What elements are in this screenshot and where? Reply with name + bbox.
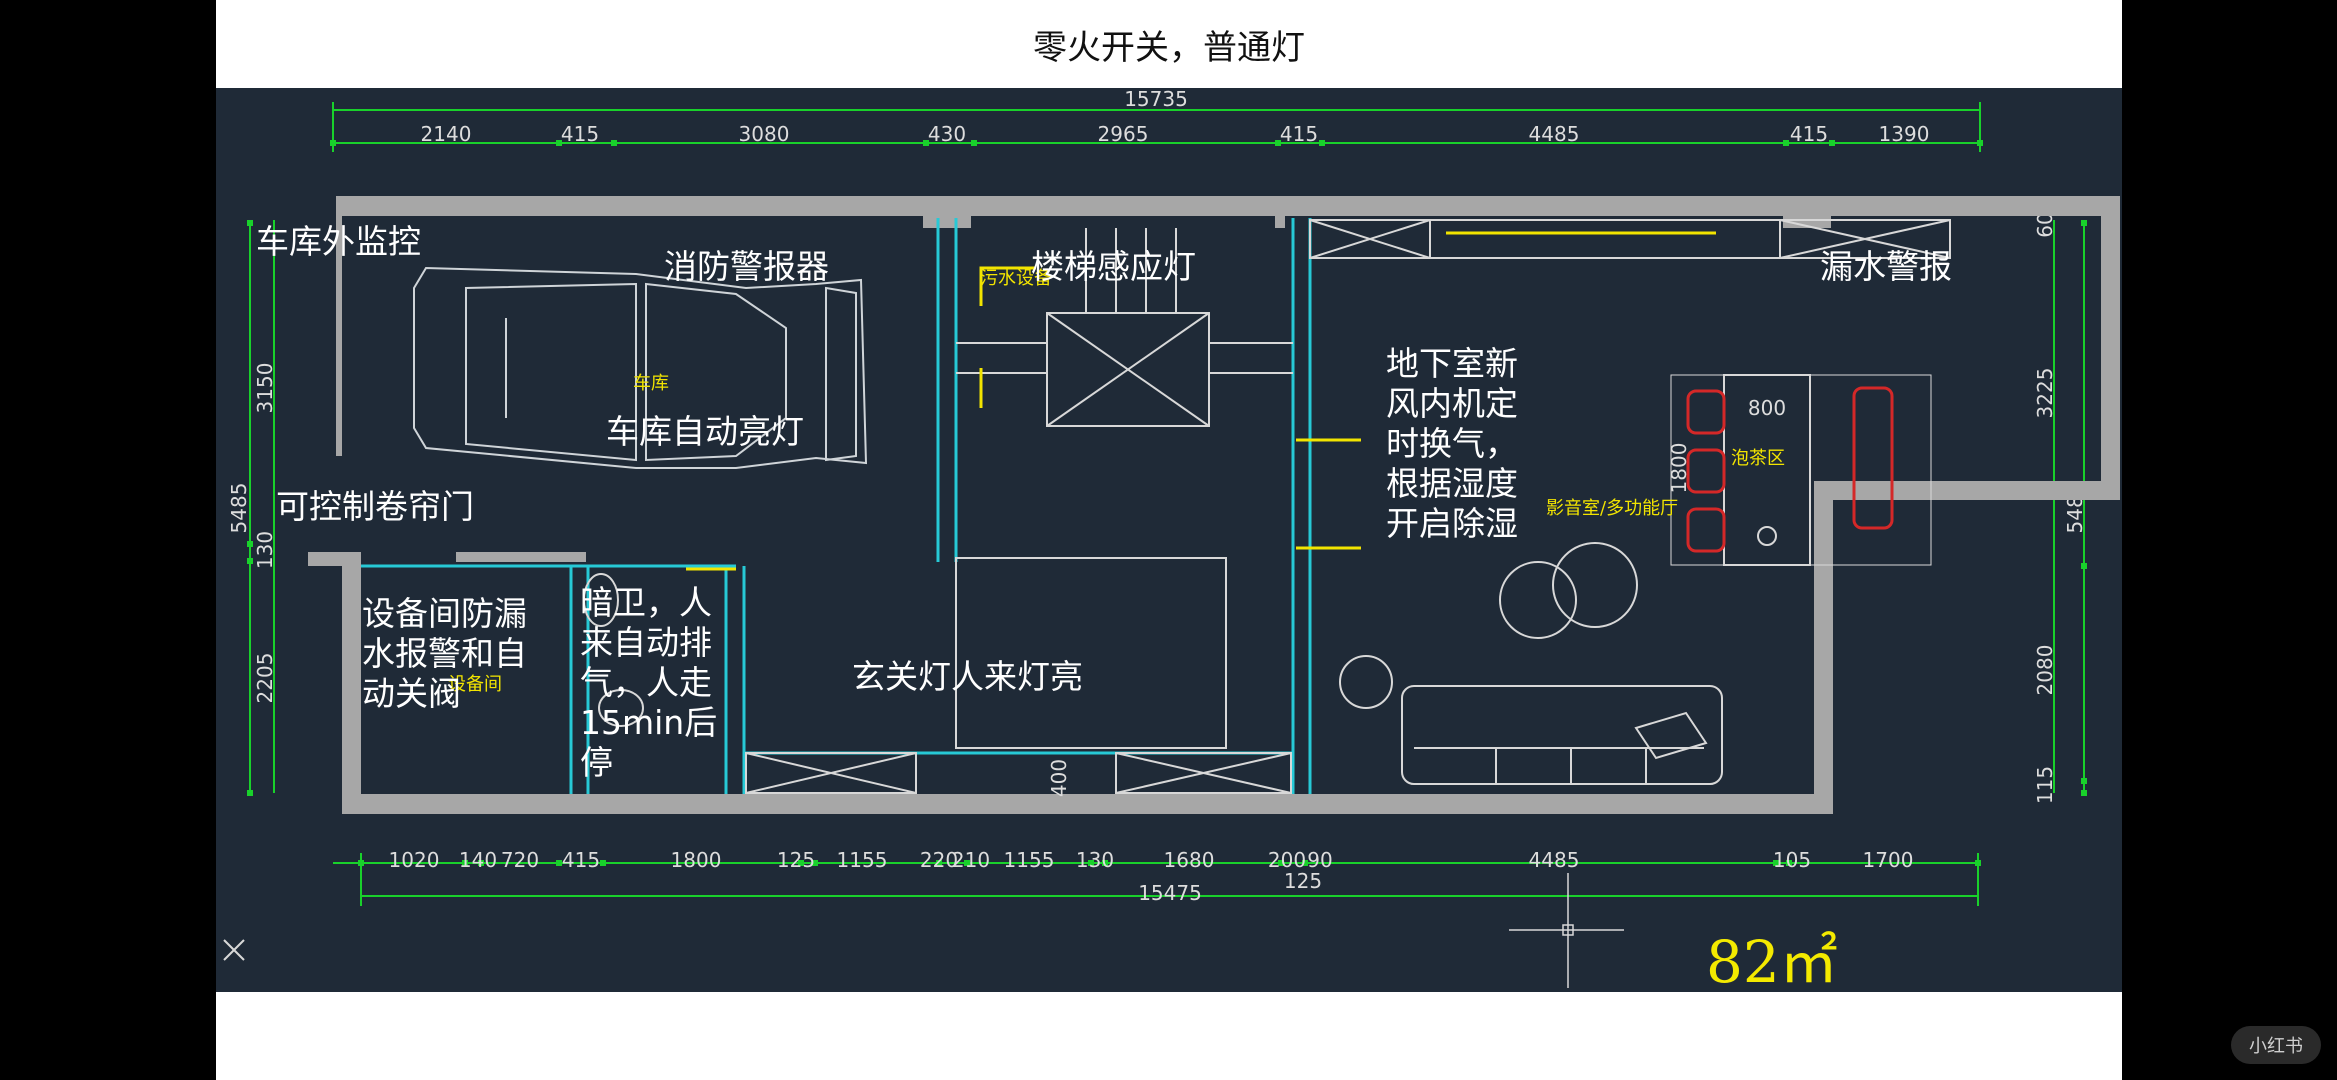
dim-inner-800: 800 (1748, 396, 1786, 420)
watermark-badge: 小红书 (2231, 1026, 2321, 1064)
area-label: 82㎡ (1706, 928, 1838, 992)
dim-label: 3080 (739, 122, 790, 146)
dim-label: 415 (562, 848, 600, 872)
dim-label: 430 (928, 122, 966, 146)
dim-label: 125 (777, 848, 815, 872)
dim-label: 1700 (1863, 848, 1914, 872)
dim-total-left: 5485 (227, 483, 251, 534)
dim-total-top: 15735 (1124, 88, 1188, 111)
dim-label: 1020 (389, 848, 440, 872)
note-line: 地下室新 (1386, 344, 1518, 383)
dim-label: 140 (459, 848, 497, 872)
floor-plan: 15735 2140 415 3080 430 2965 415 4485 41… (216, 88, 2122, 992)
dim-label: 115 (2033, 766, 2057, 804)
note-line: 时换气， (1386, 424, 1518, 463)
note-garage-camera: 车库外监控 (256, 222, 421, 261)
note-fire-alarm: 消防警报器 (664, 247, 829, 286)
note-line: 根据湿度 (1386, 464, 1518, 503)
note-line: 来自动排 (580, 623, 712, 662)
dim-inner-400: 400 (1047, 759, 1071, 797)
note-line: 气，人走 (580, 663, 712, 702)
dim-label: 130 (253, 531, 277, 569)
dim-label: 2140 (421, 122, 472, 146)
dim-label: 1155 (837, 848, 888, 872)
note-line: 动关阀 (362, 674, 461, 713)
note-entry-light: 玄关灯人来灯亮 (852, 657, 1083, 696)
dim-label: 1155 (1004, 848, 1055, 872)
dim-label: 415 (1790, 122, 1828, 146)
note-line: 暗卫，人 (580, 583, 712, 622)
dim-label: 105 (1773, 848, 1811, 872)
note-line: 15min后 (580, 703, 717, 742)
dim-label: 1390 (1879, 122, 1930, 146)
dim-label: 2205 (253, 653, 277, 704)
note-line: 开启除湿 (1386, 504, 1518, 543)
note-leak-alarm: 漏水警报 (1820, 247, 1952, 286)
dim-label: 130 (1076, 848, 1114, 872)
dim-inner-1800: 1800 (1667, 443, 1691, 494)
dim-label: 1800 (671, 848, 722, 872)
note-line: 停 (580, 743, 613, 782)
note-basement-air: 地下室新 风内机定 时换气， 根据湿度 开启除湿 (1386, 344, 1518, 543)
dim-label: 2080 (2033, 645, 2057, 696)
dim-label: 2965 (1098, 122, 1149, 146)
dim-label: 720 (501, 848, 539, 872)
dim-label: 60 (2033, 212, 2057, 237)
note-line: 风内机定 (1386, 384, 1518, 423)
note-line: 设备间防漏 (362, 594, 527, 633)
page-title: 零火开关，普通灯 (1033, 27, 1305, 68)
note-stair-light: 楼梯感应灯 (1031, 247, 1196, 286)
dim-label: 4485 (1529, 848, 1580, 872)
dim-total-bottom: 15475 (1138, 881, 1202, 905)
dim-label: 1680 (1164, 848, 1215, 872)
note-line: 水报警和自 (362, 634, 527, 673)
dim-label-extra: 125 (1284, 869, 1322, 893)
note-roller-door: 可控制卷帘门 (276, 487, 474, 526)
dim-label: 4485 (1529, 122, 1580, 146)
note-garage-light: 车库自动亮灯 (606, 412, 804, 451)
dim-label: 415 (1280, 122, 1318, 146)
room-label-leisure: 影音室/多功能厅 (1546, 498, 1678, 519)
room-label-tea: 泡茶区 (1731, 448, 1785, 469)
dim-label: 3150 (253, 363, 277, 414)
room-label-garage: 车库 (633, 373, 669, 394)
dim-label: 210 (952, 848, 990, 872)
dim-label: 415 (561, 122, 599, 146)
dim-label: 3225 (2033, 368, 2057, 419)
